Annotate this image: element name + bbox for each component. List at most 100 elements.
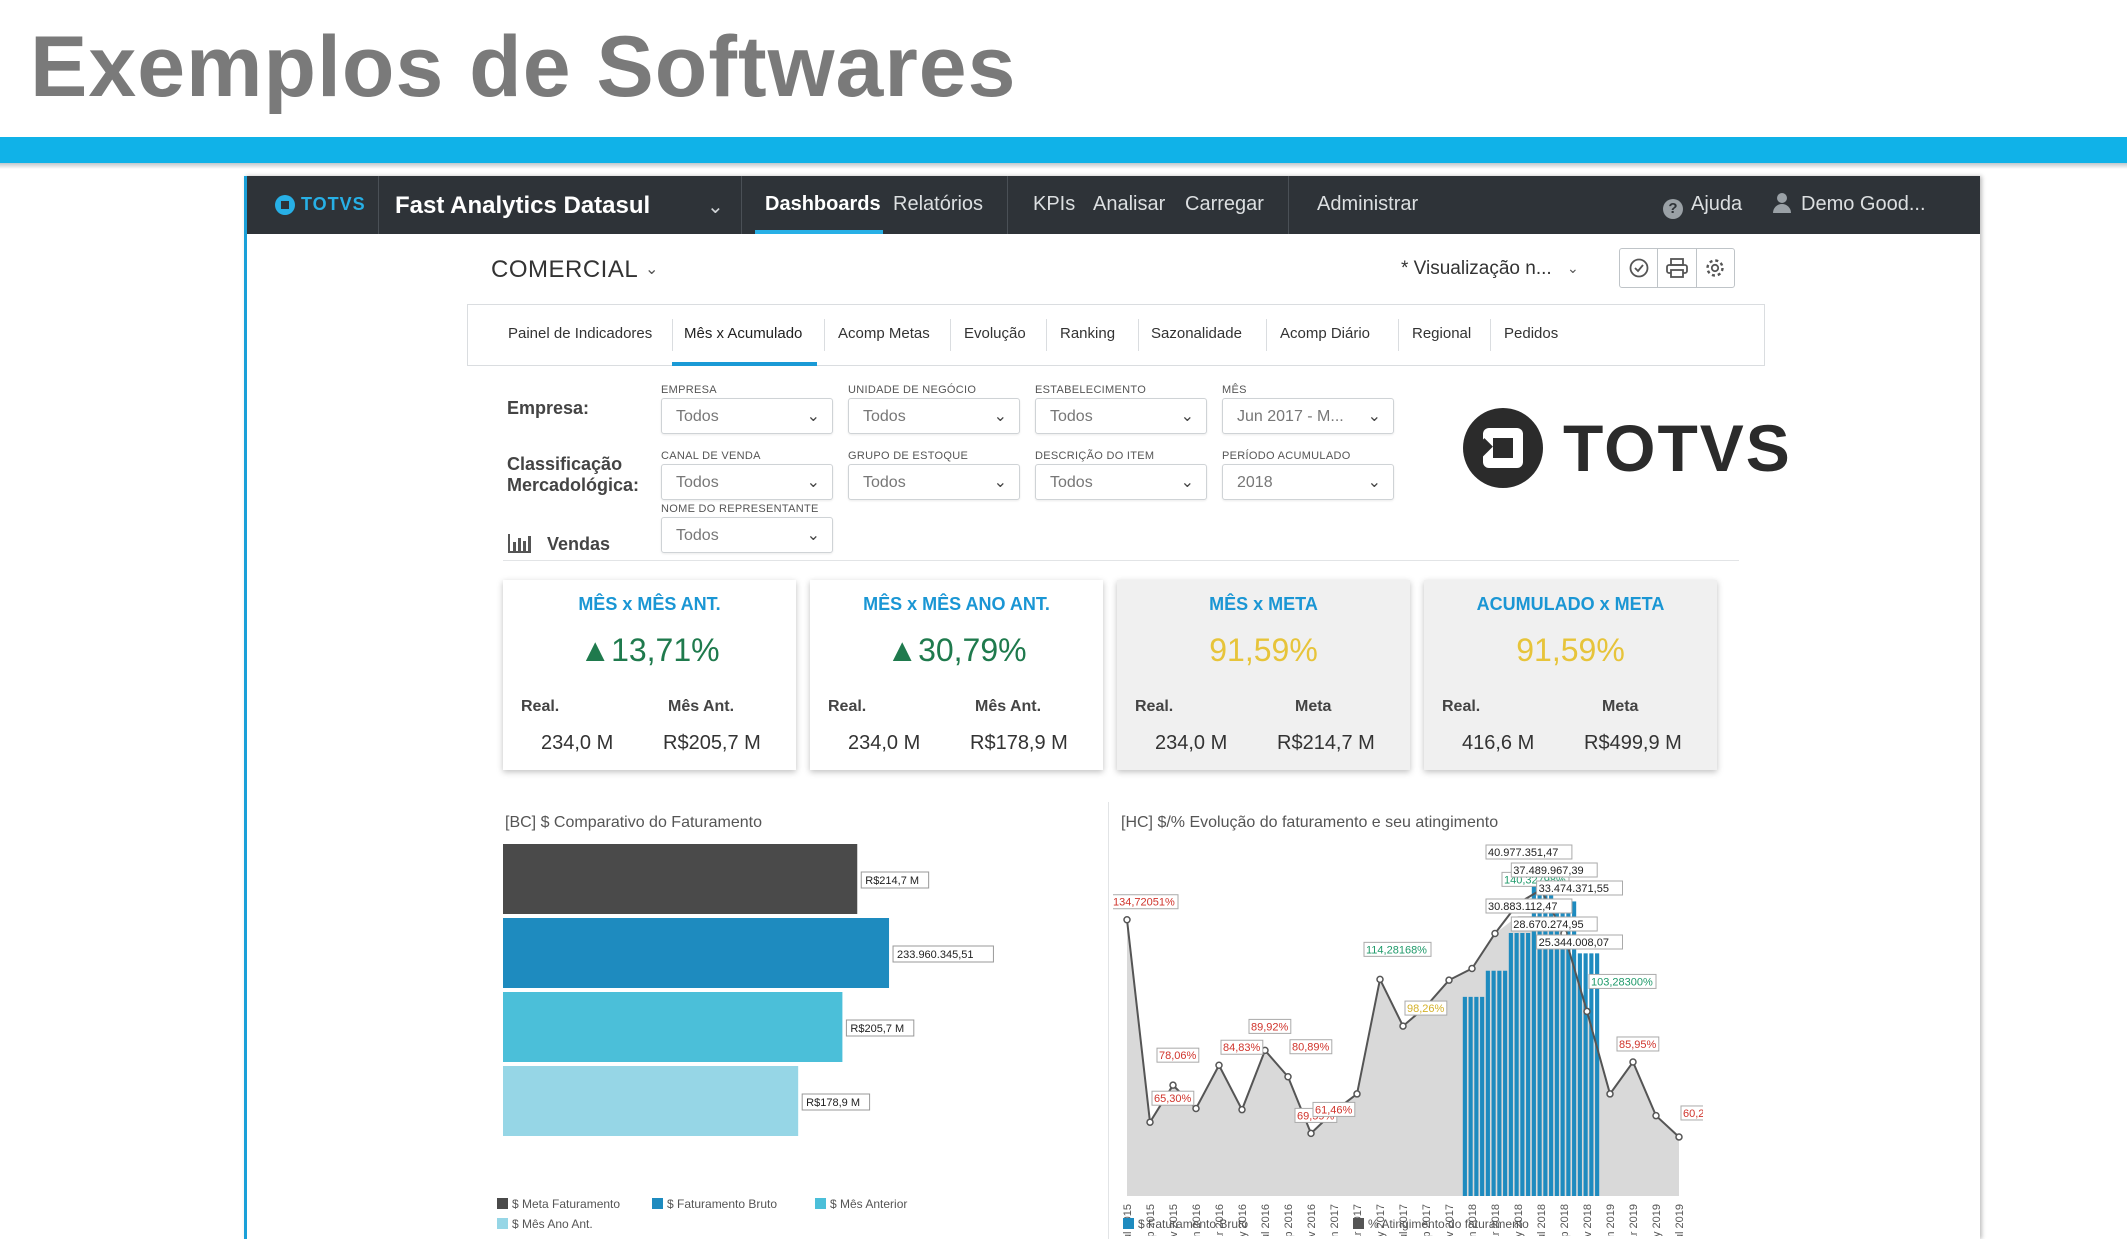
nav-kpis[interactable]: KPIs [1033,193,1075,216]
descricao-value: Todos [1050,474,1093,491]
nav-relatorios[interactable]: Relatórios [893,193,983,216]
mes-select[interactable]: Jun 2017 - M... ⌄ [1222,398,1394,434]
kpi-title: MÊS x MÊS ANO ANT. [863,594,1050,614]
dashboard-title[interactable]: COMERCIAL [491,256,638,284]
legend-swatch [1353,1218,1364,1229]
kpi-value: 91,59% [1516,632,1625,668]
kpi-label-real: Real. [521,698,560,715]
line-point [1376,975,1384,984]
vendas-label: Vendas [547,534,611,554]
accent-band [0,137,2127,163]
tab-divider [672,319,673,351]
bar-label: 37.489.967,39 [1513,865,1583,877]
totvs-logo-icon [1463,408,1543,488]
unidade-select[interactable]: Todos ⌄ [848,398,1020,434]
print-icon [1666,258,1688,278]
kpi-value-real: 416,6 M [1462,732,1535,754]
kpi-value: ▲13,71% [579,632,720,668]
line-point [1399,1022,1407,1030]
periodo-select[interactable]: 2018 ⌄ [1222,464,1394,500]
legend-label: $ Mês Anterior [830,1197,907,1211]
bar-chart-icon [508,534,531,553]
descricao-select[interactable]: Todos ⌄ [1035,464,1207,500]
user-menu[interactable]: Demo Good... [1773,193,1926,216]
totvs-nav-logo[interactable]: TOTVS [275,194,366,215]
print-button[interactable] [1658,249,1697,287]
tab-ranking[interactable]: Ranking [1060,325,1115,342]
empresa-value: Todos [676,408,719,425]
line-point [1445,976,1453,984]
chevron-down-icon: ⌄ [993,408,1007,425]
point-label: 85,95% [1619,1039,1657,1051]
nav-administrar[interactable]: Administrar [1317,193,1418,216]
bar-label: 40.977.351,47 [1488,847,1558,859]
kpi-card-acumulado-meta[interactable]: ACUMULADO x META 91,59% Real. Meta 416,6… [1424,580,1717,770]
chevron-down-icon[interactable]: ⌄ [1567,260,1579,277]
kpi-value-real: 234,0 M [848,732,921,754]
legend-swatch [652,1198,663,1209]
x-tick-label: Sep 2016 [1283,1204,1295,1236]
kpi-value-compare: R$214,7 M [1277,732,1375,754]
kpi-card-mes-ant[interactable]: MÊS x MÊS ANT. ▲13,71% Real. Mês Ant. 23… [503,580,796,770]
line-point [1123,915,1131,924]
chevron-down-icon[interactable]: ⌄ [707,194,724,219]
tab-acomp-diario[interactable]: Acomp Diário [1280,325,1370,342]
totvs-logo-text: TOTVS [1563,411,1792,485]
kpi-value-compare: R$499,9 M [1584,732,1682,754]
periodo-value: 2018 [1237,474,1273,491]
x-tick-label: Jul 2016 [1260,1204,1272,1236]
periodo-caption: PERÍODO ACUMULADO [1222,450,1351,462]
tab-divider [1138,319,1139,351]
dashboard-tabs: Painel de Indicadores Mês x Acumulado Ac… [467,304,1765,366]
settings-button[interactable] [1697,249,1734,287]
view-selector[interactable]: * Visualização n... [1401,258,1552,280]
x-tick-label: Sep 2018 [1559,1204,1571,1236]
representante-select[interactable]: Todos ⌄ [661,517,833,553]
nav-carregar[interactable]: Carregar [1185,193,1264,216]
point-label: 61,46% [1315,1104,1353,1116]
nav-divider [1007,176,1008,234]
point-label: 80,89% [1292,1042,1330,1054]
tab-painel-indicadores[interactable]: Painel de Indicadores [508,325,652,342]
help-link[interactable]: ? Ajuda [1663,193,1742,219]
point-label: 78,06% [1159,1050,1197,1062]
kpi-label-real: Real. [1135,698,1174,715]
line-point [1675,1133,1683,1141]
kpi-card-mes-ano-ant[interactable]: MÊS x MÊS ANO ANT. ▲30,79% Real. Mês Ant… [810,580,1103,770]
kpi-card-mes-meta[interactable]: MÊS x META 91,59% Real. Meta 234,0 M R$2… [1117,580,1410,770]
mes-caption: MÊS [1222,384,1247,396]
empresa-caption: EMPRESA [661,384,717,396]
tab-divider [1490,319,1491,351]
clock-button[interactable] [1620,249,1659,287]
line-point [1652,1111,1660,1120]
tab-evolucao[interactable]: Evolução [964,325,1026,342]
point-label: 114,28168% [1366,944,1427,956]
app-title[interactable]: Fast Analytics Datasul [395,192,650,220]
kpi-label-compare: Meta [1602,698,1639,715]
grupo-select[interactable]: Todos ⌄ [848,464,1020,500]
tab-sazonalidade[interactable]: Sazonalidade [1151,325,1242,342]
empresa-select[interactable]: Todos ⌄ [661,398,833,434]
legend-swatch [815,1198,826,1209]
tab-divider [1046,319,1047,351]
filters-divider [503,560,1739,561]
bar [1508,932,1513,1196]
chevron-down-icon: ⌄ [806,527,820,544]
tab-regional[interactable]: Regional [1412,325,1471,342]
tab-pedidos[interactable]: Pedidos [1504,325,1558,342]
bar [1595,953,1600,1196]
tab-acomp-metas[interactable]: Acomp Metas [838,325,930,342]
canal-select[interactable]: Todos ⌄ [661,464,833,500]
estabelecimento-value: Todos [1050,408,1093,425]
nav-analisar[interactable]: Analisar [1093,193,1165,216]
tab-mes-acumulado[interactable]: Mês x Acumulado [684,325,802,342]
app-window: TOTVS Fast Analytics Datasul ⌄ Dashboard… [244,176,1980,1239]
tab-divider [1266,319,1267,351]
chevron-down-icon[interactable]: ⌄ [645,259,658,279]
kpi-label-compare: Mês Ant. [975,698,1042,715]
nav-dashboards[interactable]: Dashboards [765,193,881,216]
estabelecimento-select[interactable]: Todos ⌄ [1035,398,1207,434]
bar [1589,953,1594,1196]
bar-label: 25.344.008,07 [1539,937,1609,949]
bar [1503,970,1508,1196]
